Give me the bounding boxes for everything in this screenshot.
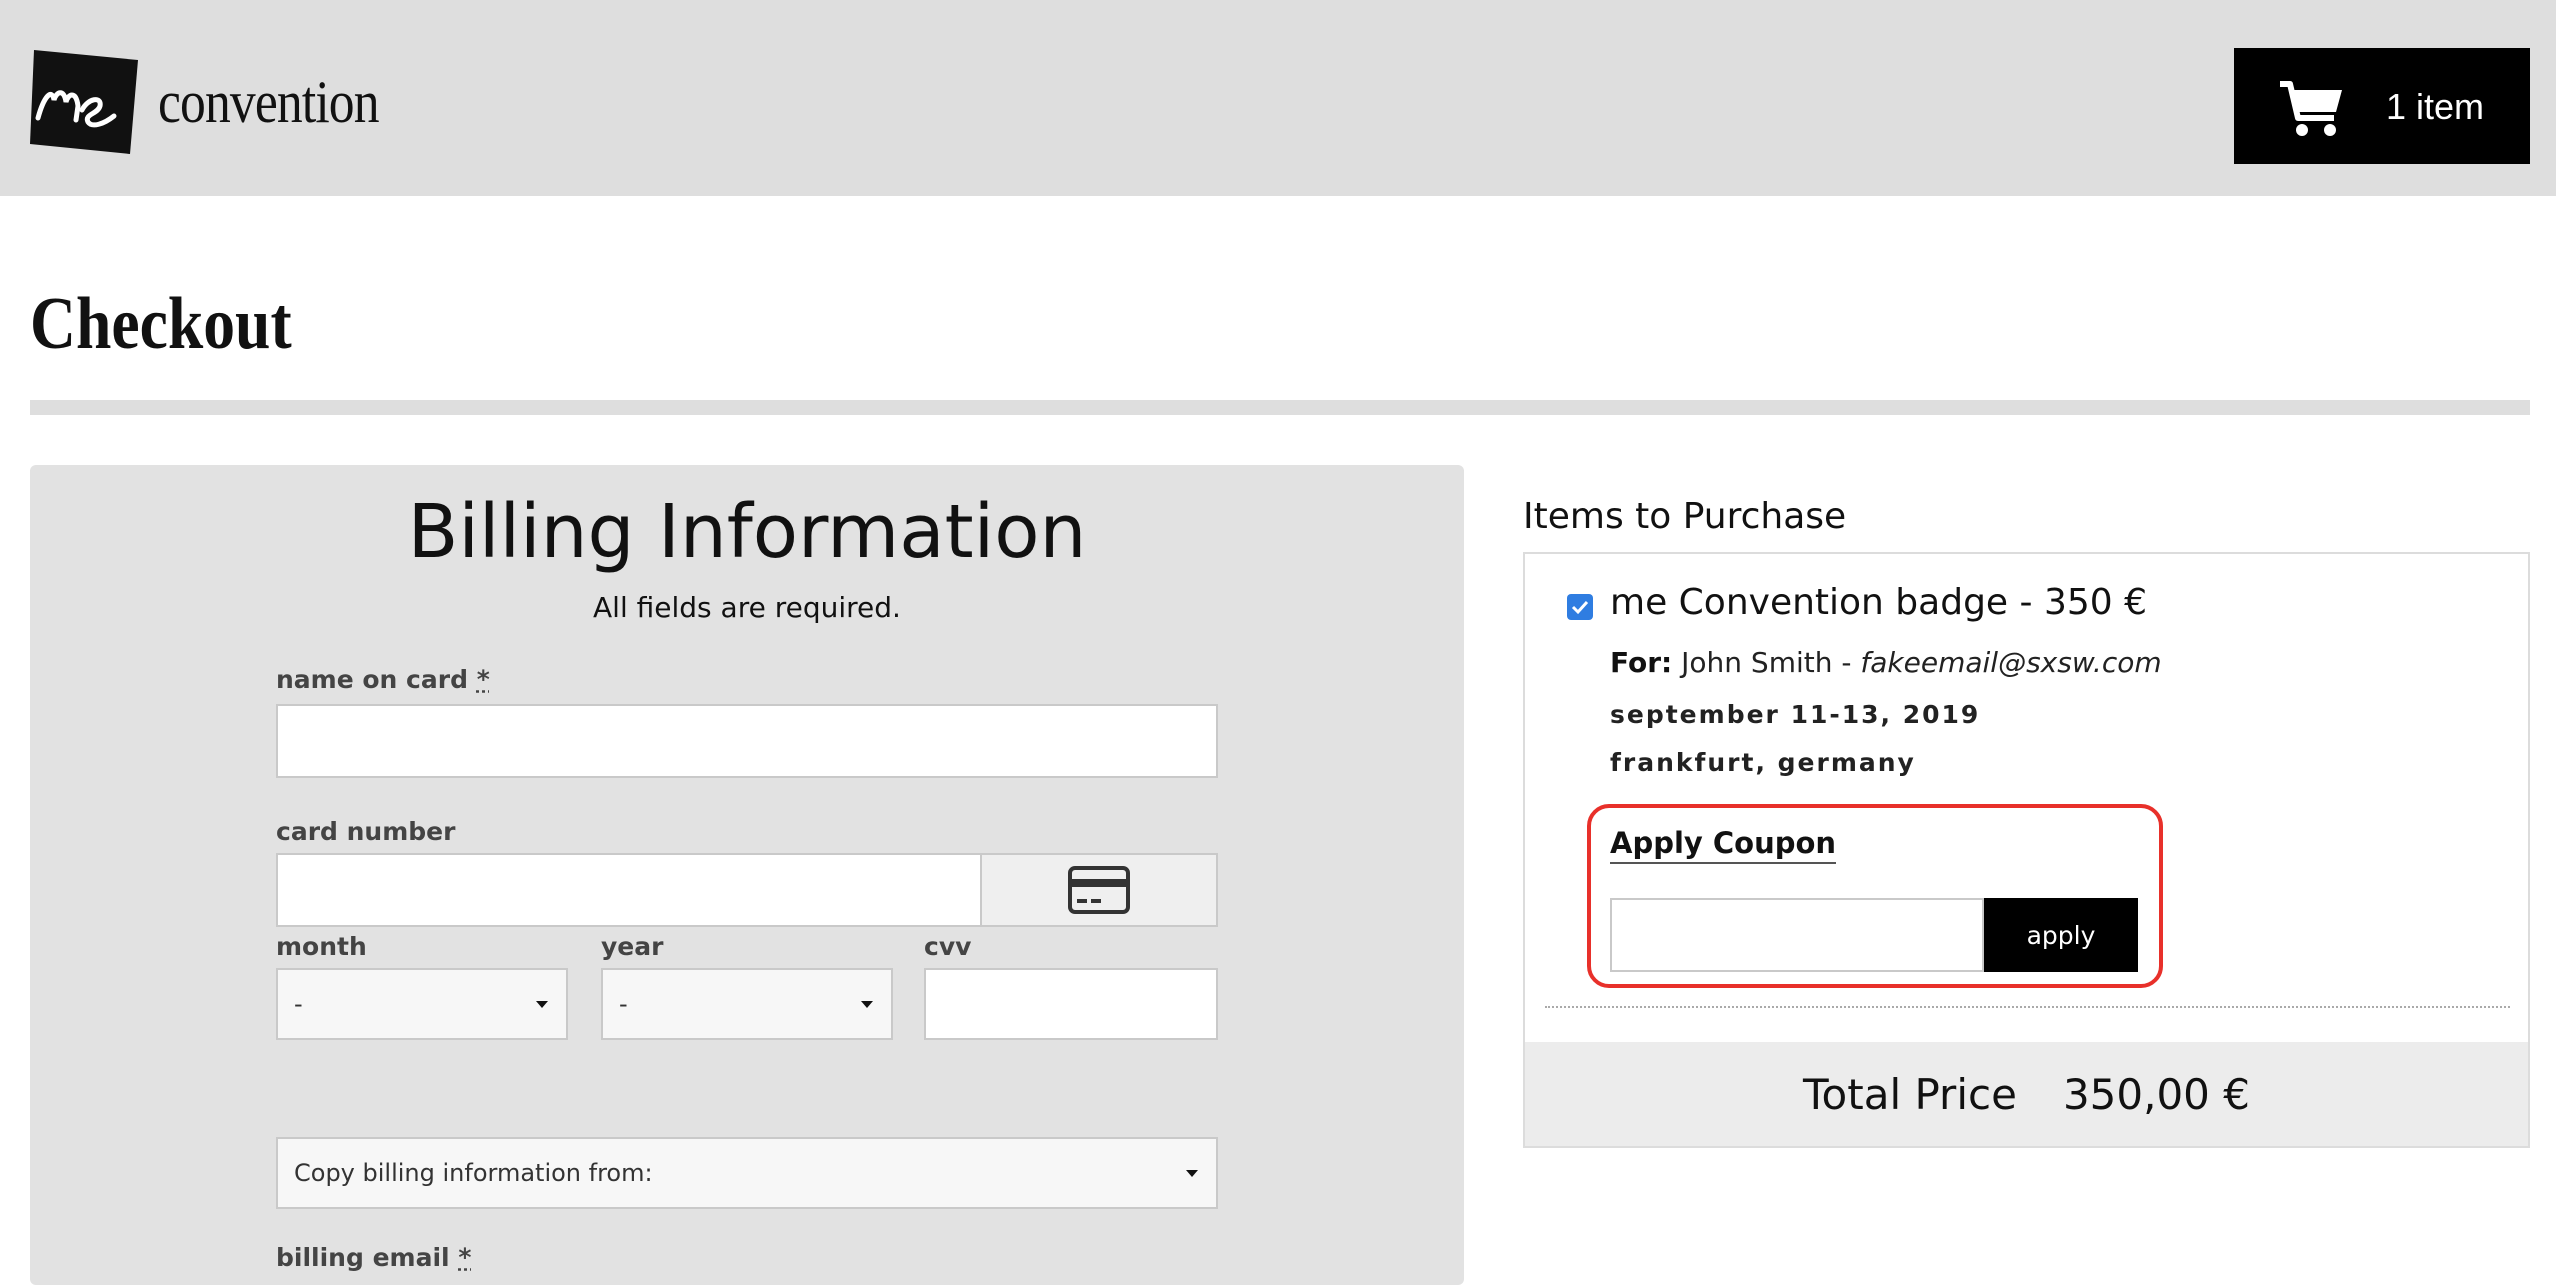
shopping-cart-icon — [2280, 81, 2342, 136]
apply-coupon-link[interactable]: Apply Coupon — [1610, 826, 1837, 864]
cart-item-count: 1 item — [2386, 86, 2485, 127]
card-type-addon — [980, 853, 1218, 927]
title-divider — [30, 400, 2530, 415]
total-price-label: Total Price — [1803, 1069, 2017, 1119]
item-for-name: John Smith — [1681, 646, 1833, 679]
logo[interactable]: convention — [30, 48, 415, 156]
billing-panel: Billing Information All fields are requi… — [30, 465, 1464, 1285]
month-select[interactable]: - — [276, 968, 568, 1040]
required-mark: * — [476, 665, 490, 694]
dotted-divider — [1545, 1006, 2510, 1008]
total-price-bar: Total Price 350,00 € — [1525, 1042, 2528, 1146]
cvv-input[interactable] — [924, 968, 1218, 1040]
card-number-label: card number — [276, 817, 456, 846]
item-date: september 11-13, 2019 — [1610, 700, 1981, 729]
month-select-value: - — [294, 990, 303, 1018]
item-checkbox[interactable] — [1567, 594, 1593, 620]
item-for-label: For: — [1610, 646, 1673, 679]
year-select-value: - — [619, 990, 628, 1018]
site-header: convention 1 item — [0, 0, 2556, 196]
chevron-down-icon — [536, 1001, 548, 1008]
item-for-sep: - — [1832, 646, 1861, 679]
coupon-input[interactable] — [1610, 898, 1984, 972]
item-for-email: fakeemail@sxsw.com — [1860, 646, 2162, 679]
items-heading: Items to Purchase — [1523, 496, 1847, 537]
cvv-label: cvv — [924, 932, 972, 961]
copy-billing-select-value: Copy billing information from: — [294, 1159, 653, 1187]
logo-text: convention — [158, 68, 380, 135]
item-attendee: For: John Smith - fakeemail@sxsw.com — [1610, 646, 2162, 679]
name-on-card-label: name on card * — [276, 665, 490, 694]
month-label: month — [276, 932, 367, 961]
year-label: year — [601, 932, 664, 961]
items-list: me Convention badge - 350 € For: John Sm… — [1523, 552, 2530, 1148]
page-title: Checkout — [30, 283, 292, 365]
billing-title: Billing Information — [407, 489, 1087, 575]
billing-subtitle: All fields are required. — [593, 591, 901, 624]
name-on-card-label-text: name on card — [276, 665, 468, 694]
item-location: frankfurt, germany — [1610, 748, 1916, 777]
copy-billing-select[interactable]: Copy billing information from: — [276, 1137, 1218, 1209]
check-icon — [1571, 600, 1589, 615]
card-number-input[interactable] — [276, 853, 982, 927]
year-select[interactable]: - — [601, 968, 893, 1040]
me-logo-icon — [30, 50, 138, 154]
credit-card-icon — [1068, 866, 1130, 914]
chevron-down-icon — [1186, 1170, 1198, 1177]
apply-coupon-button[interactable]: apply — [1984, 898, 2138, 972]
name-on-card-input[interactable] — [276, 704, 1218, 778]
cart-button[interactable]: 1 item — [2234, 48, 2530, 164]
item-name: me Convention badge - 350 € — [1610, 582, 2148, 623]
chevron-down-icon — [861, 1001, 873, 1008]
total-price-value: 350,00 € — [2062, 1069, 2250, 1119]
